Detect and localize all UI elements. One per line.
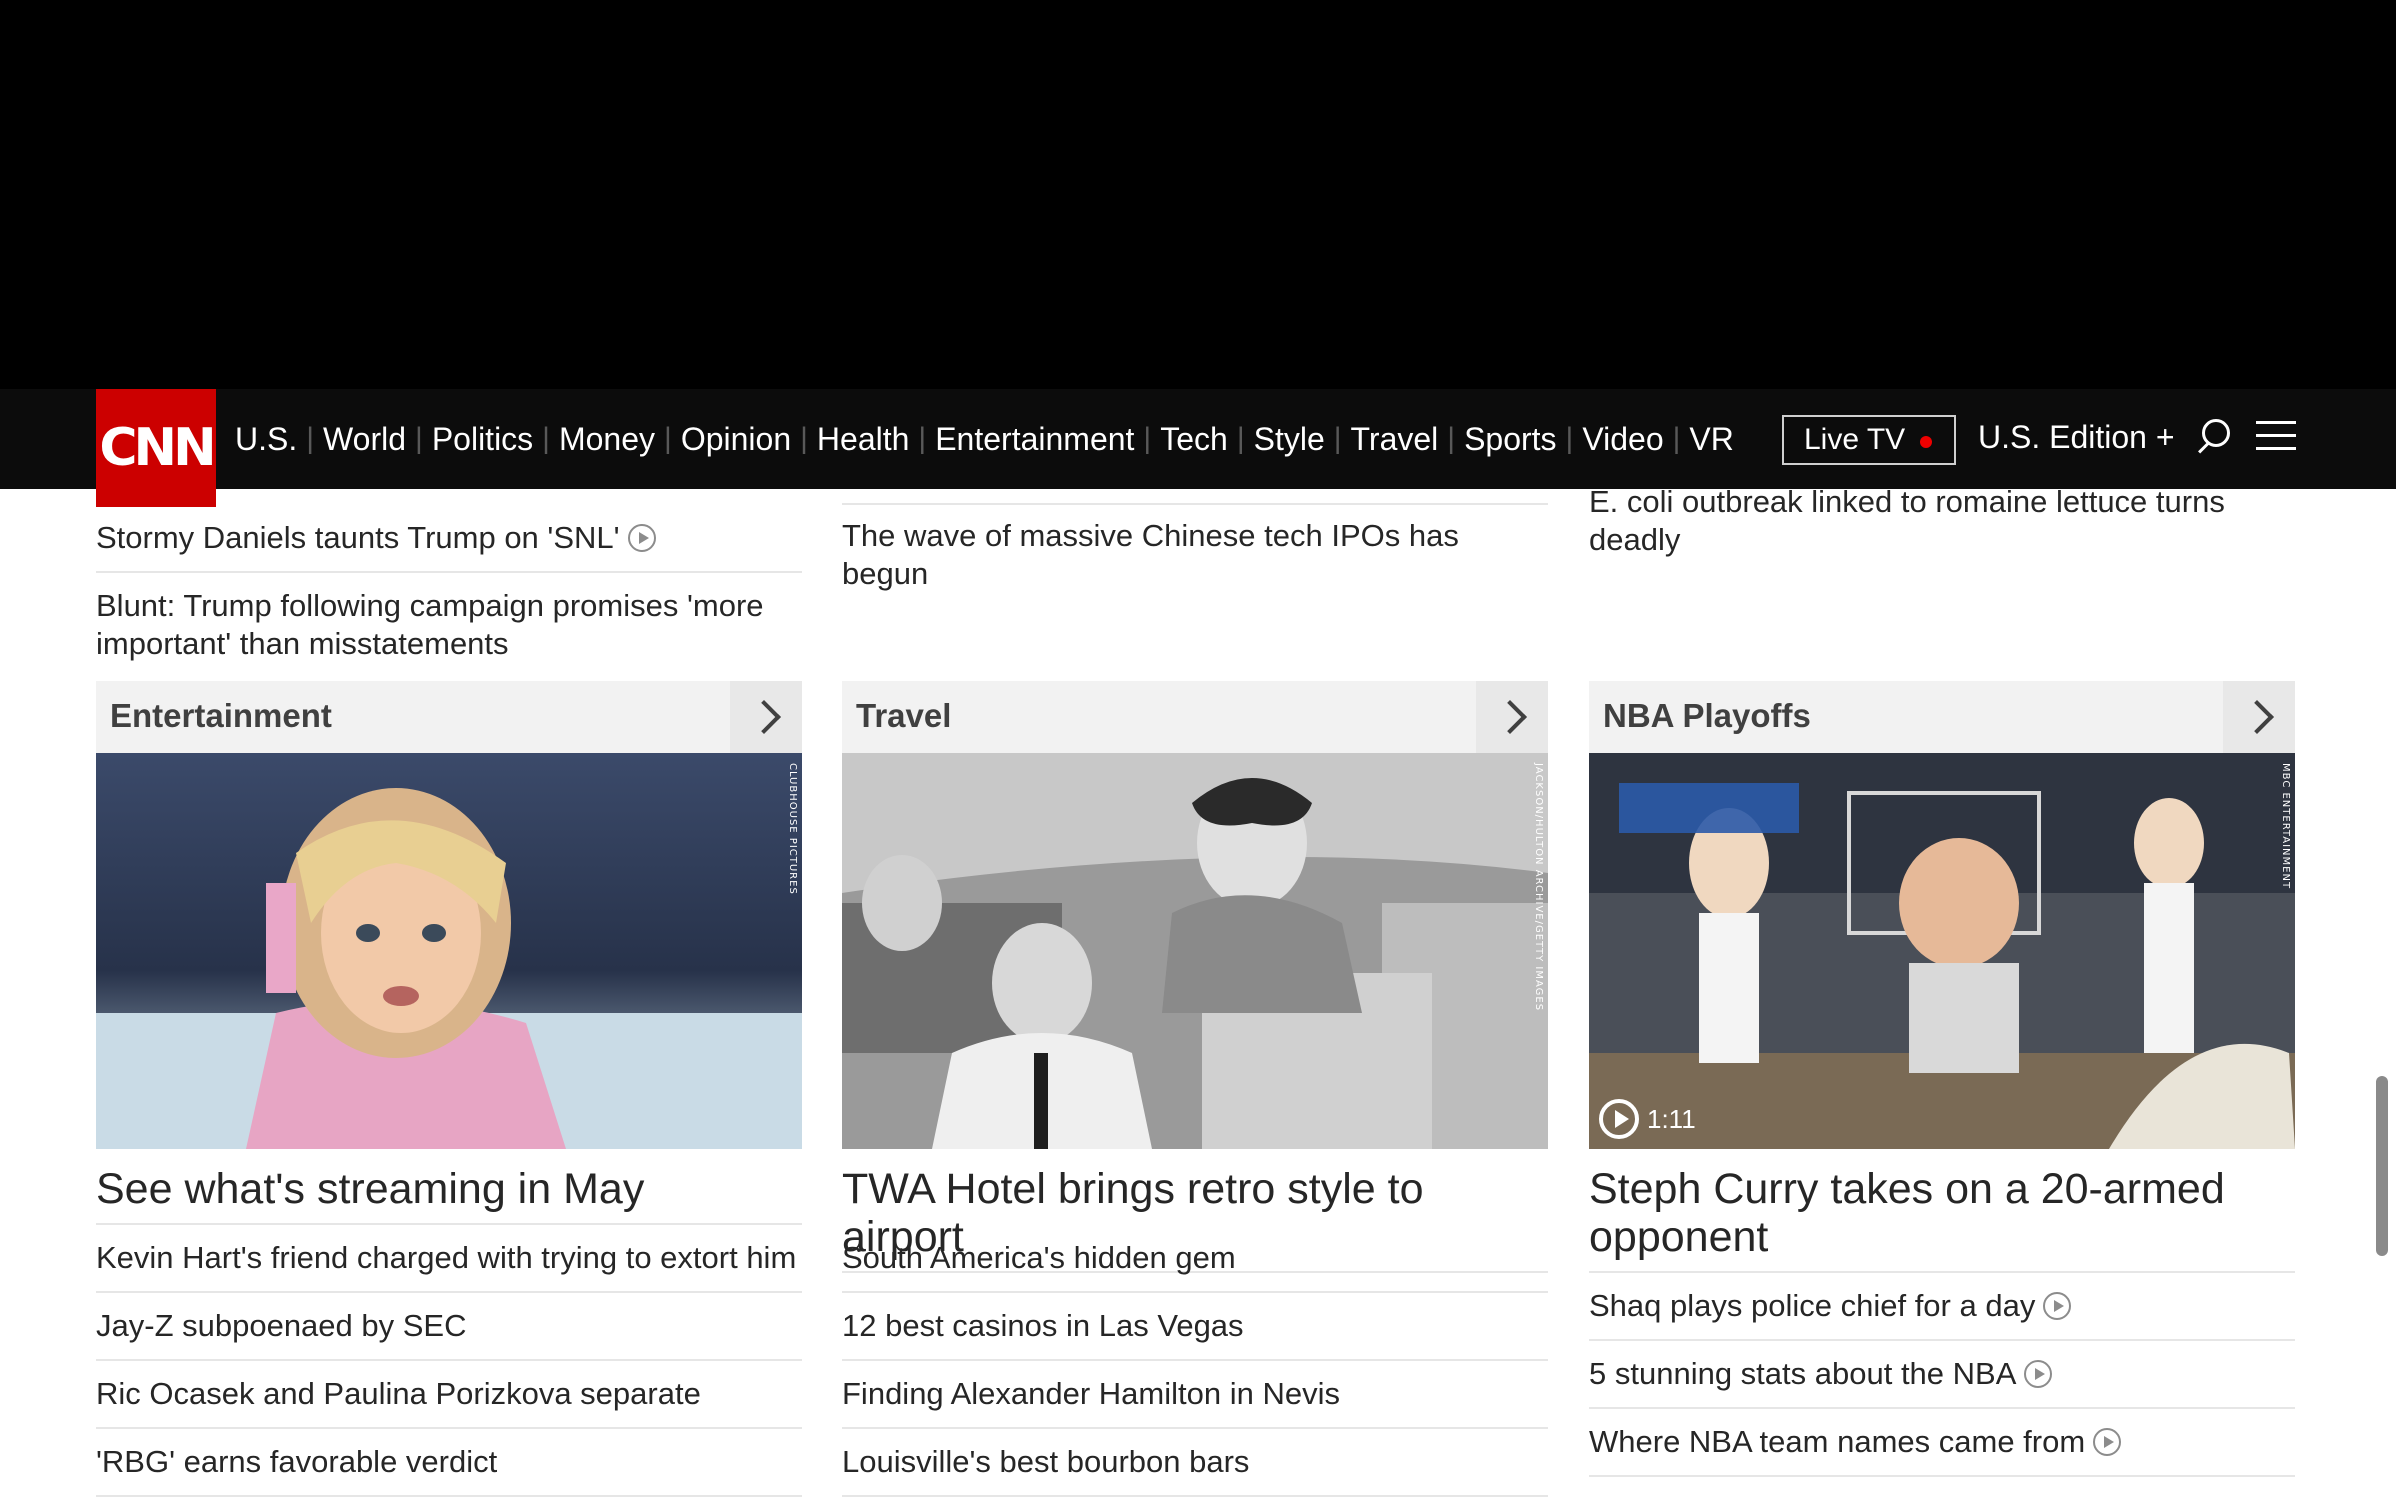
- section-title: Travel: [856, 697, 952, 734]
- nav-link-vr[interactable]: VR: [1689, 421, 1733, 458]
- video-duration: 1:11: [1647, 1103, 1696, 1134]
- headline-list: Kevin Hart's friend charged with trying …: [96, 1225, 802, 1497]
- chevron-right-icon[interactable]: [2223, 681, 2295, 753]
- image-credit: JACKSON/HULTON ARCHIVE/GETTY IMAGES: [1533, 763, 1544, 1012]
- section-title: NBA Playoffs: [1603, 697, 1811, 734]
- play-icon: [1599, 1099, 1639, 1139]
- nav-link-opinion[interactable]: Opinion: [681, 421, 791, 458]
- play-icon: [2043, 1292, 2072, 1320]
- nav-link-travel[interactable]: Travel: [1351, 421, 1439, 458]
- skater-photo: [96, 753, 802, 1149]
- chevron-right-icon[interactable]: [730, 681, 802, 753]
- play-icon: [2093, 1428, 2122, 1456]
- card-headline[interactable]: Steph Curry takes on a 20-armed opponent: [1589, 1165, 2295, 1273]
- list-item[interactable]: Jay-Z subpoenaed by SEC: [96, 1293, 802, 1361]
- image-credit: CLUBHOUSE PICTURES: [787, 763, 798, 895]
- nav-link-us[interactable]: U.S.: [235, 421, 297, 458]
- nav-link-style[interactable]: Style: [1254, 421, 1325, 458]
- nav-link-health[interactable]: Health: [817, 421, 910, 458]
- airplane-cabin-photo: [842, 753, 1548, 1149]
- ad-banner-area: [0, 0, 2396, 389]
- search-icon[interactable]: [2192, 419, 2230, 459]
- entertainment-image[interactable]: CLUBHOUSE PICTURES: [96, 753, 802, 1149]
- top-headlines-col1: Stormy Daniels taunts Trump on 'SNL' Blu…: [96, 505, 802, 663]
- top-headlines-col3: E. coli outbreak linked to romaine lettu…: [1589, 483, 2295, 559]
- nav-link-video[interactable]: Video: [1582, 421, 1663, 458]
- headline-link[interactable]: Blunt: Trump following campaign promises…: [96, 573, 802, 663]
- travel-image[interactable]: JACKSON/HULTON ARCHIVE/GETTY IMAGES: [842, 753, 1548, 1149]
- list-item[interactable]: 12 best casinos in Las Vegas: [842, 1293, 1548, 1361]
- nba-video-thumbnail[interactable]: MBC ENTERTAINMENT 1:11: [1589, 753, 2295, 1149]
- section-header-entertainment[interactable]: Entertainment: [96, 681, 802, 753]
- top-headlines-col2: The wave of massive Chinese tech IPOs ha…: [842, 503, 1548, 605]
- section-header-nba-playoffs[interactable]: NBA Playoffs: [1589, 681, 2295, 753]
- section-title: Entertainment: [110, 697, 332, 734]
- headline-list: Shaq plays police chief for a day 5 stun…: [1589, 1273, 2295, 1477]
- play-icon: [2024, 1360, 2053, 1388]
- edition-selector[interactable]: U.S. Edition +: [1978, 419, 2175, 456]
- chevron-right-icon[interactable]: [1476, 681, 1548, 753]
- section-header-travel[interactable]: Travel: [842, 681, 1548, 753]
- headline-list: South America's hidden gem 12 best casin…: [842, 1225, 1548, 1497]
- nav-link-sports[interactable]: Sports: [1464, 421, 1556, 458]
- headline-link[interactable]: The wave of massive Chinese tech IPOs ha…: [842, 505, 1548, 605]
- nav-link-entertainment[interactable]: Entertainment: [935, 421, 1134, 458]
- video-badge[interactable]: 1:11: [1599, 1099, 1696, 1139]
- play-icon: [627, 524, 656, 552]
- page-content: Stormy Daniels taunts Trump on 'SNL' Blu…: [0, 389, 2396, 1504]
- list-item[interactable]: Ric Ocasek and Paulina Porizkova separat…: [96, 1361, 802, 1429]
- headline-link[interactable]: E. coli outbreak linked to romaine lettu…: [1589, 483, 2295, 559]
- basketball-show-photo: [1589, 753, 2295, 1149]
- list-item[interactable]: Louisville's best bourbon bars: [842, 1429, 1548, 1497]
- nav-link-money[interactable]: Money: [559, 421, 655, 458]
- cnn-logo[interactable]: CNN: [96, 389, 217, 507]
- nav-link-world[interactable]: World: [323, 421, 406, 458]
- list-item[interactable]: Finding Alexander Hamilton in Nevis: [842, 1361, 1548, 1429]
- nav-link-politics[interactable]: Politics: [432, 421, 533, 458]
- list-item[interactable]: 'RBG' earns favorable verdict: [96, 1429, 802, 1497]
- card-headline[interactable]: See what's streaming in May: [96, 1165, 802, 1225]
- list-item[interactable]: South America's hidden gem: [842, 1225, 1548, 1293]
- live-dot-icon: [1920, 436, 1932, 448]
- nav-link-tech[interactable]: Tech: [1160, 421, 1228, 458]
- headline-link[interactable]: Stormy Daniels taunts Trump on 'SNL': [96, 505, 802, 573]
- scrollbar-thumb[interactable]: [2376, 1076, 2388, 1256]
- live-tv-button[interactable]: Live TV: [1782, 415, 1956, 465]
- image-credit: MBC ENTERTAINMENT: [2280, 763, 2291, 890]
- list-item[interactable]: 5 stunning stats about the NBA: [1589, 1341, 2295, 1409]
- hamburger-menu-icon[interactable]: [2256, 421, 2296, 455]
- list-item[interactable]: Kevin Hart's friend charged with trying …: [96, 1225, 802, 1293]
- nav-links: U.S. | World | Politics | Money | Opinion | H…: [235, 420, 1734, 458]
- list-item[interactable]: Where NBA team names came from: [1589, 1409, 2295, 1477]
- main-nav-bar: CNN U.S. | World | Politics | Money | Opinio…: [0, 389, 2396, 507]
- list-item[interactable]: Shaq plays police chief for a day: [1589, 1273, 2295, 1341]
